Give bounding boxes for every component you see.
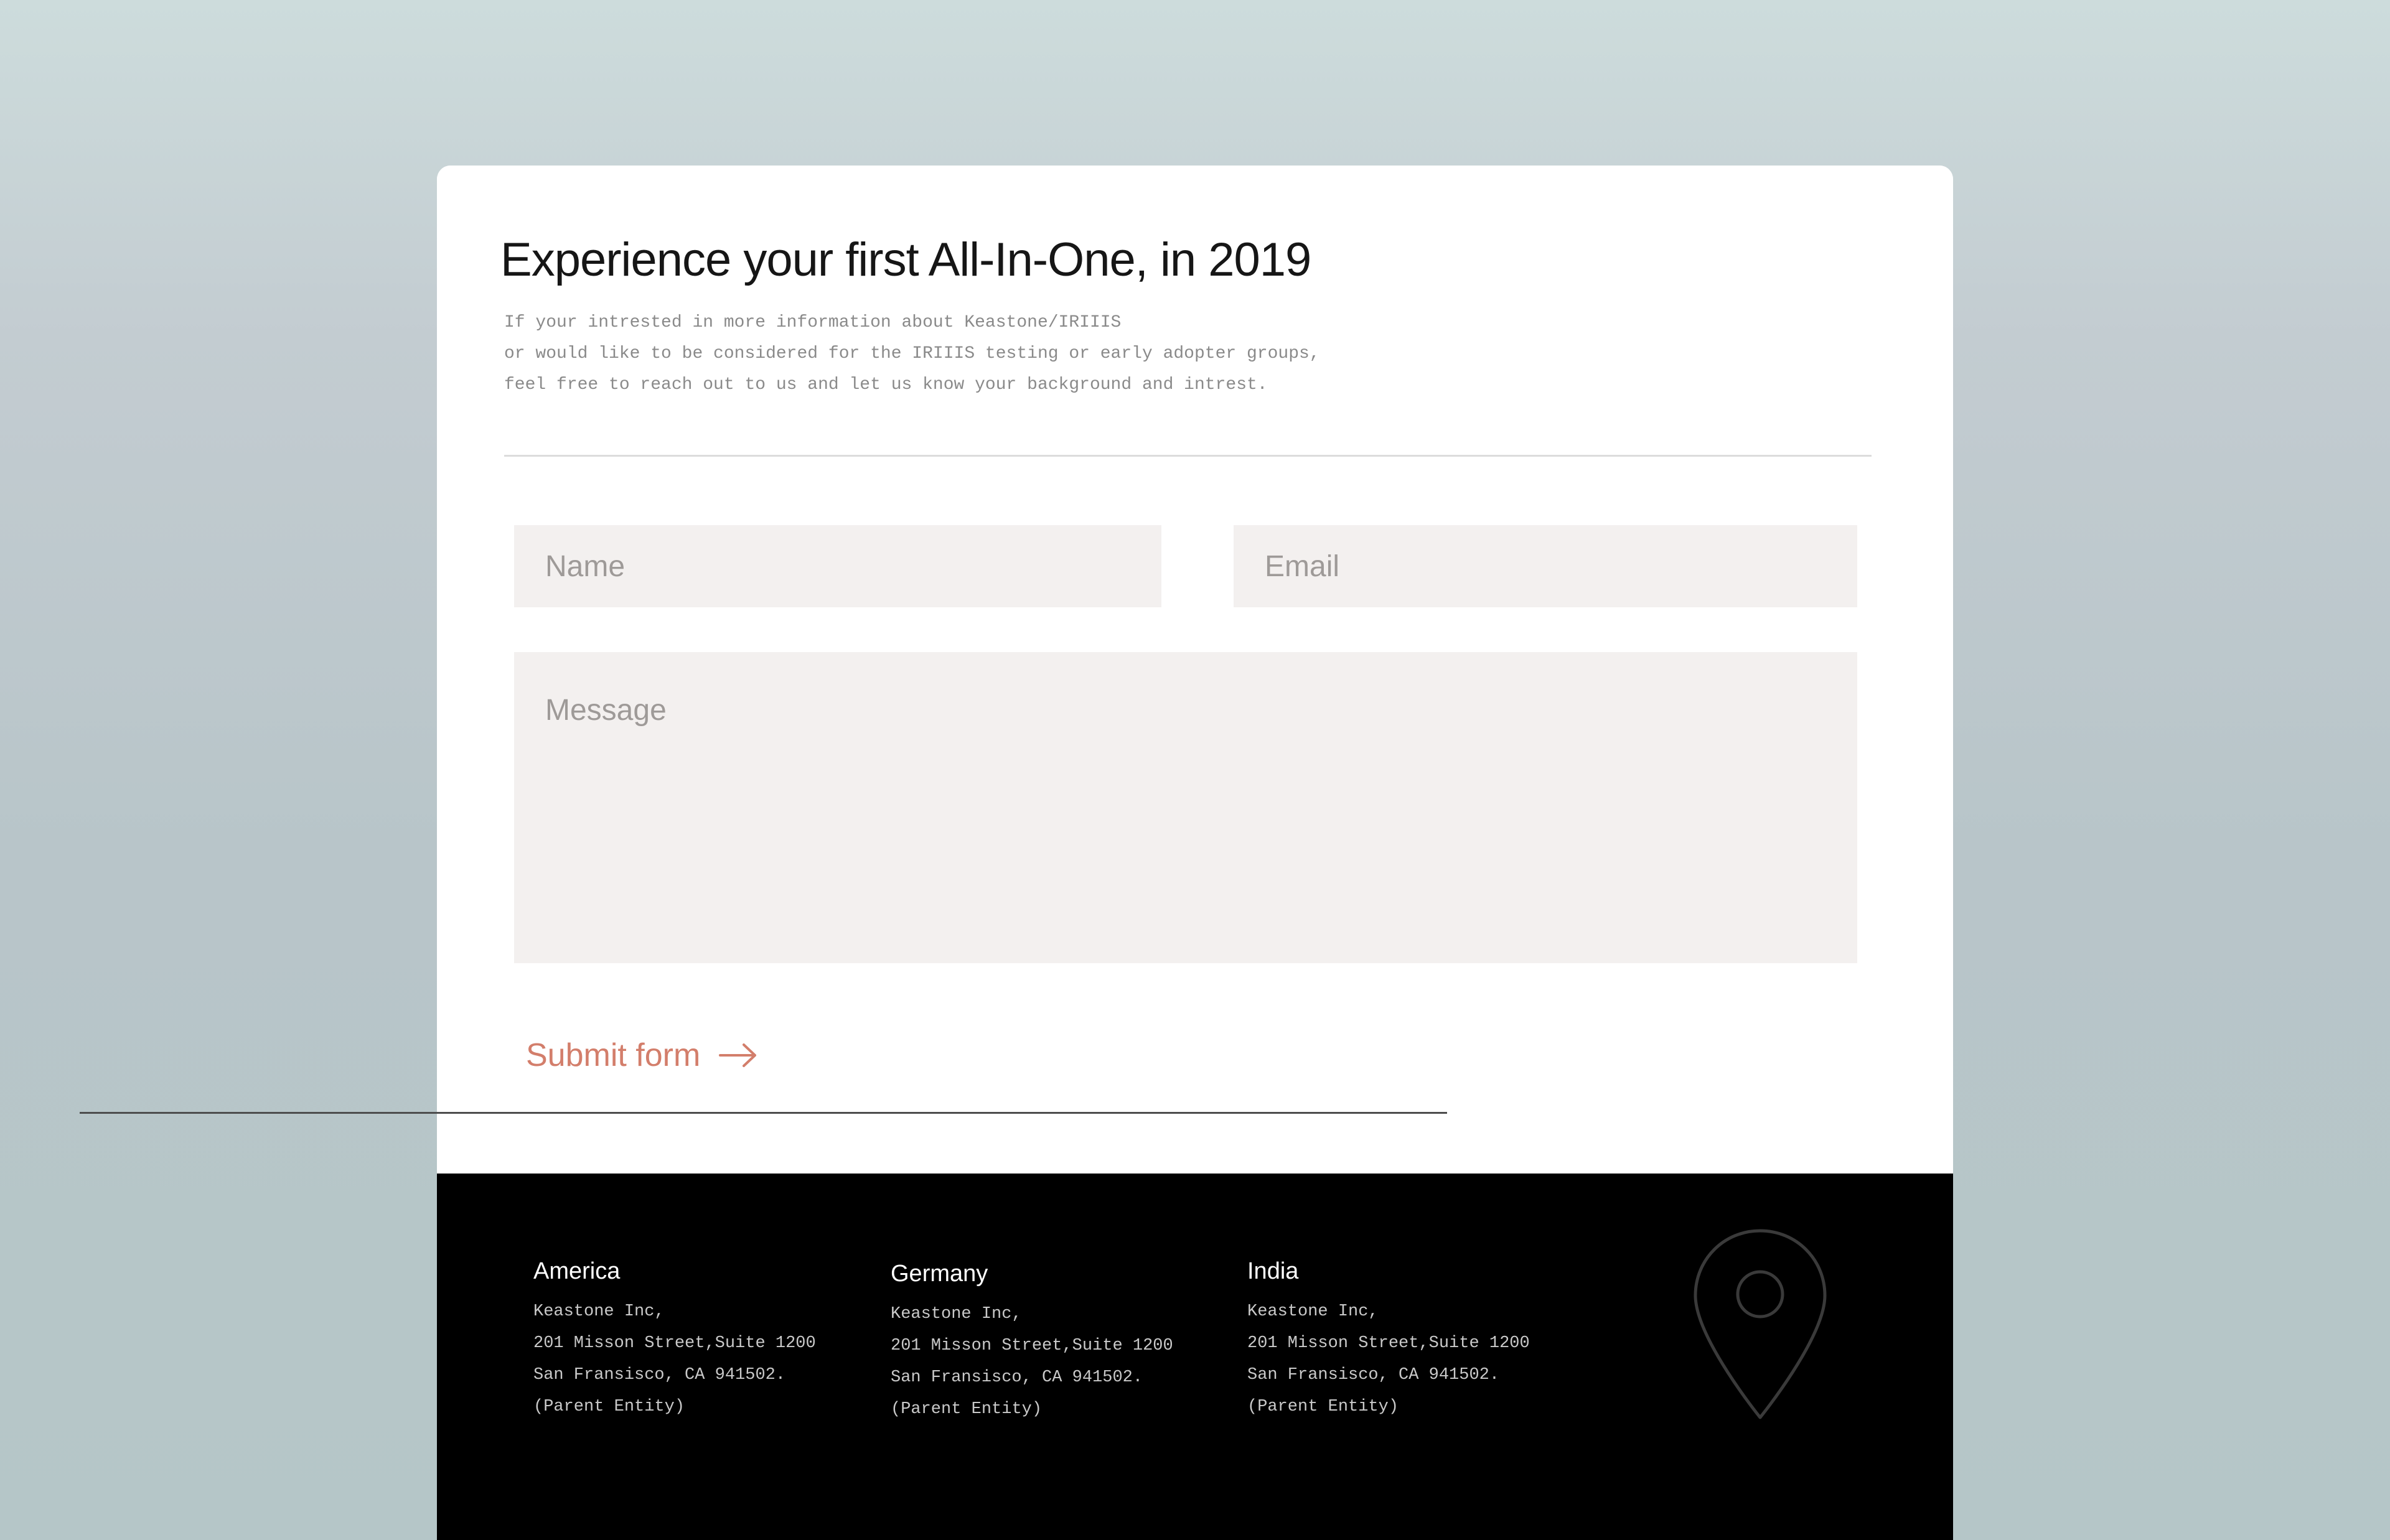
office-address-line: (Parent Entity) <box>1247 1398 1399 1416</box>
intro-line: If your intrested in more information ab… <box>504 313 1122 332</box>
message-textarea[interactable] <box>514 652 1857 963</box>
office-name: America <box>533 1258 621 1284</box>
page-title: Experience your first All-In-One, in 201… <box>500 233 1311 286</box>
office-address-line: San Fransisco, CA 941502. <box>1247 1366 1500 1384</box>
office-address-line: (Parent Entity) <box>533 1398 685 1416</box>
office-address-line: Keastone Inc, <box>891 1305 1022 1323</box>
name-input[interactable] <box>514 525 1161 607</box>
contact-form: Experience your first All-In-One, in 201… <box>437 166 1953 1174</box>
intro-text: If your intrested in more information ab… <box>504 307 1320 401</box>
contact-card: Experience your first All-In-One, in 201… <box>437 166 1953 1540</box>
office-america: America Keastone Inc, 201 Misson Street,… <box>533 1258 816 1423</box>
intro-line: feel free to reach out to us and let us … <box>504 375 1268 394</box>
office-india: India Keastone Inc, 201 Misson Street,Su… <box>1247 1258 1530 1423</box>
office-address-line: San Fransisco, CA 941502. <box>533 1366 786 1384</box>
office-address-line: (Parent Entity) <box>891 1400 1043 1419</box>
office-address-line: 201 Misson Street,Suite 1200 <box>1247 1334 1530 1353</box>
office-address-line: San Fransisco, CA 941502. <box>891 1368 1143 1387</box>
office-address-line: 201 Misson Street,Suite 1200 <box>533 1334 816 1353</box>
office-name: Germany <box>891 1261 988 1287</box>
office-address-line: 201 Misson Street,Suite 1200 <box>891 1337 1173 1355</box>
office-name: India <box>1247 1258 1299 1284</box>
submit-button-label: Submit form <box>526 1037 701 1073</box>
map-pin-icon <box>1692 1228 1829 1421</box>
email-input[interactable] <box>1234 525 1857 607</box>
submit-button[interactable]: Submit form <box>526 1037 757 1074</box>
office-address-line: Keastone Inc, <box>1247 1302 1379 1321</box>
office-address-line: Keastone Inc, <box>533 1302 665 1321</box>
office-germany: Germany Keastone Inc, 201 Misson Street,… <box>891 1261 1173 1426</box>
intro-line: or would like to be considered for the I… <box>504 344 1320 363</box>
footer: America Keastone Inc, 201 Misson Street,… <box>437 1174 1953 1540</box>
footer-divider <box>80 1112 1447 1114</box>
section-divider <box>504 455 1872 457</box>
arrow-right-icon <box>719 1043 757 1068</box>
